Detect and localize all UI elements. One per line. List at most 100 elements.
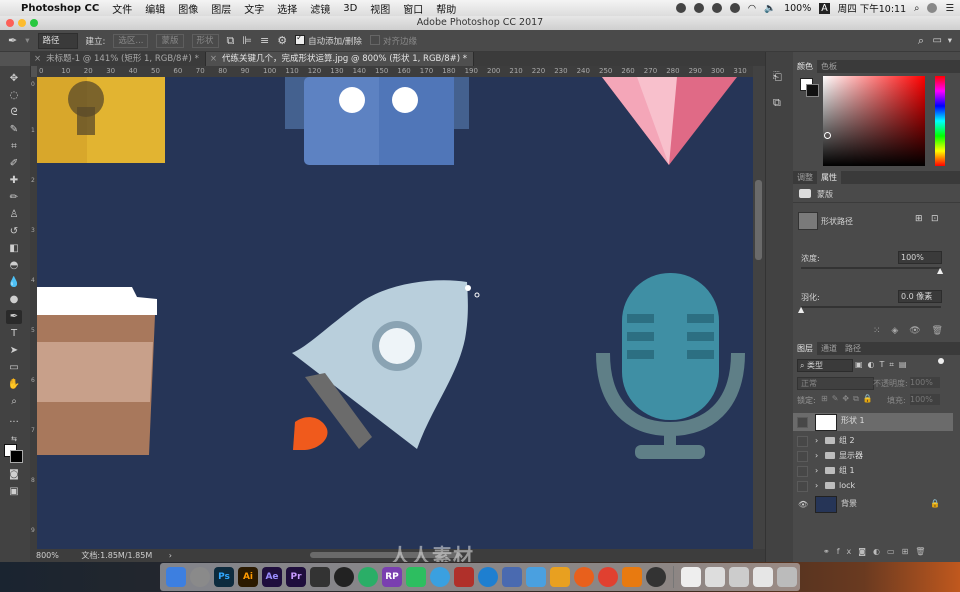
gear-icon[interactable]: ⚙ xyxy=(277,34,287,47)
layer-row-shape-1[interactable]: 形状 1 xyxy=(793,413,953,431)
status-icon[interactable] xyxy=(711,3,722,13)
app-icon[interactable] xyxy=(430,567,450,587)
add-mask-icon[interactable]: ◙ xyxy=(858,547,873,556)
canvas-vertical-scrollbar[interactable] xyxy=(753,66,765,549)
app-icon[interactable] xyxy=(502,567,522,587)
media-encoder-icon[interactable] xyxy=(310,567,330,587)
background-color-swatch[interactable] xyxy=(10,450,23,463)
dodge-tool-icon[interactable]: ● xyxy=(6,293,22,307)
eyedropper-tool-icon[interactable]: ✐ xyxy=(6,157,22,171)
color-picker-field[interactable] xyxy=(823,76,925,166)
move-tool-icon[interactable]: ✥ xyxy=(6,72,22,86)
zoom-tool-icon[interactable]: ⌕ xyxy=(6,395,22,409)
tab-adjustments[interactable]: 调整 xyxy=(793,173,817,182)
marquee-tool-icon[interactable]: ◌ xyxy=(6,89,22,103)
rp-icon[interactable]: RP xyxy=(382,567,402,587)
tab-active-document[interactable]: × 代练关键几个，完成形状运算.jpg @ 800% (形状 1, RGB/8#)… xyxy=(205,52,475,66)
fill-input[interactable]: 100% xyxy=(910,394,940,405)
menu-3d[interactable]: 3D xyxy=(343,3,357,14)
tab-paths[interactable]: 路径 xyxy=(841,344,865,353)
properties-panel-icon[interactable]: ⧉ xyxy=(773,96,781,110)
volume-icon[interactable]: 🔈 xyxy=(764,3,776,14)
layer-row-group-2[interactable]: › 组 2 xyxy=(793,433,953,448)
zoom-window-button[interactable] xyxy=(30,19,38,27)
make-mask-button[interactable]: 蒙版 xyxy=(156,33,184,48)
filter-toggle-icon[interactable] xyxy=(938,358,944,364)
clock[interactable]: 周四 下午10:11 xyxy=(838,1,906,15)
photoshop-icon[interactable]: Ps xyxy=(214,567,234,587)
search-icon[interactable]: ⌕ xyxy=(918,34,924,48)
clone-stamp-tool-icon[interactable]: ♙ xyxy=(6,208,22,222)
status-icon[interactable] xyxy=(675,3,686,13)
density-slider-track[interactable] xyxy=(801,267,941,269)
history-panel-icon[interactable]: ⎗ xyxy=(773,70,782,84)
document-icon[interactable] xyxy=(705,567,725,587)
zoom-level[interactable]: 800% xyxy=(36,551,59,560)
layer-expand-chevron-icon[interactable]: › xyxy=(815,448,818,463)
battery-percent[interactable]: 100% xyxy=(784,3,811,14)
document-canvas[interactable] xyxy=(37,77,753,549)
link-layers-icon[interactable]: ⚭ xyxy=(823,547,837,556)
menu-layer[interactable]: 图层 xyxy=(211,1,231,16)
pen-mode-select[interactable]: 路径 xyxy=(37,32,78,49)
menu-type[interactable]: 文字 xyxy=(244,1,264,16)
crop-tool-icon[interactable]: ⌗ xyxy=(6,140,22,154)
menu-edit[interactable]: 编辑 xyxy=(145,1,165,16)
layer-visibility-toggle[interactable] xyxy=(797,436,808,447)
layer-expand-chevron-icon[interactable]: › xyxy=(815,463,818,478)
layer-name[interactable]: 背景 xyxy=(841,496,857,511)
menu-file[interactable]: 文件 xyxy=(112,1,132,16)
make-shape-button[interactable]: 形状 xyxy=(191,33,219,48)
trash-icon[interactable]: 🗑 xyxy=(915,547,932,556)
layer-filter-select[interactable]: ⌕ 类型 xyxy=(797,359,853,372)
color-picker-cursor[interactable] xyxy=(824,132,831,139)
launchpad-icon[interactable] xyxy=(190,567,210,587)
more-tools-icon[interactable]: ··· xyxy=(6,416,22,430)
user-icon[interactable] xyxy=(927,3,938,13)
layer-visibility-toggle[interactable] xyxy=(797,417,808,428)
layer-expand-chevron-icon[interactable]: › xyxy=(815,433,818,448)
evernote-icon[interactable] xyxy=(406,567,426,587)
workspace-chevron-icon[interactable]: ▾ xyxy=(948,36,952,46)
menu-app-name[interactable]: Photoshop CC xyxy=(21,3,99,14)
tab-channels[interactable]: 通道 xyxy=(817,344,841,353)
wechat-icon[interactable] xyxy=(358,567,378,587)
density-slider-handle[interactable]: ▲ xyxy=(937,266,943,275)
apply-mask-icon[interactable]: ◈ xyxy=(891,326,898,336)
blend-mode-select[interactable]: 正常 xyxy=(797,377,874,390)
quick-select-tool-icon[interactable]: ✎ xyxy=(6,123,22,137)
feather-slider-handle[interactable]: ▲ xyxy=(798,305,804,314)
app-icon[interactable] xyxy=(454,567,474,587)
illustrator-icon[interactable]: Ai xyxy=(238,567,258,587)
blur-tool-icon[interactable]: 💧 xyxy=(6,276,22,290)
tab-swatches[interactable]: 色板 xyxy=(817,62,841,71)
app-icon[interactable] xyxy=(526,567,546,587)
layer-expand-chevron-icon[interactable]: › xyxy=(815,478,818,493)
screen-mode-icon[interactable]: ▣ xyxy=(6,485,22,499)
vertical-ruler[interactable]: 0 1 2 3 4 5 6 7 8 9 xyxy=(30,77,37,549)
menu-list-icon[interactable]: ☰ xyxy=(945,3,954,14)
path-operations-icon[interactable]: ⧉ xyxy=(227,34,235,48)
layer-row-background[interactable]: 👁 背景 🔒 xyxy=(793,495,953,513)
menu-select[interactable]: 选择 xyxy=(277,1,297,16)
new-layer-icon[interactable]: ⊞ xyxy=(902,547,916,556)
feather-input[interactable]: 0.0 像素 xyxy=(898,290,942,303)
pen-tool-icon[interactable]: ✒ xyxy=(6,310,22,324)
close-icon[interactable]: × xyxy=(210,54,217,64)
healing-brush-tool-icon[interactable]: ✚ xyxy=(6,174,22,188)
layer-row-lock[interactable]: › lock xyxy=(793,478,953,493)
tab-layers[interactable]: 图层 xyxy=(793,342,817,355)
opacity-input[interactable]: 100% xyxy=(910,377,940,388)
layer-name[interactable]: 组 2 xyxy=(839,436,855,445)
hand-tool-icon[interactable]: ✋ xyxy=(6,378,22,392)
align-edges-checkbox[interactable]: 对齐边缘 xyxy=(369,34,417,47)
workspace-icon[interactable]: ▭ xyxy=(933,35,942,46)
canvas-vertical-scroll-thumb[interactable] xyxy=(755,180,762,260)
vlc-icon[interactable] xyxy=(622,567,642,587)
layer-name[interactable]: lock xyxy=(839,481,855,490)
menu-filter[interactable]: 滤镜 xyxy=(310,1,330,16)
select-mask-icon[interactable]: ⊡ xyxy=(931,214,939,224)
visibility-eye-icon[interactable]: 👁 xyxy=(909,326,920,336)
color-background-swatch[interactable] xyxy=(806,84,819,97)
horizontal-ruler[interactable]: 0 10 20 30 40 50 60 70 80 90 100 110 120 130 140 150 160… xyxy=(37,66,753,77)
